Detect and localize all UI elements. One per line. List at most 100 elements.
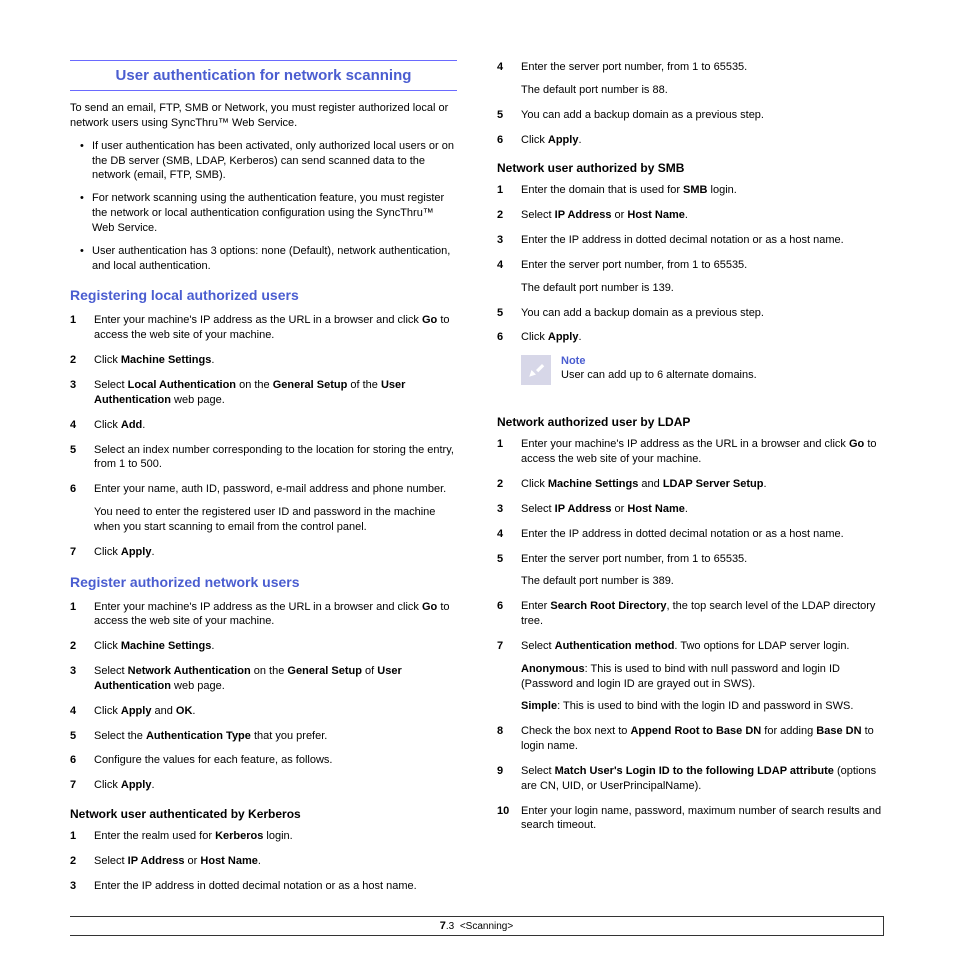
step-body: Click Apply. [521,133,884,148]
note-label: Note [561,355,757,367]
step-body: Configure the values for each feature, a… [94,753,457,768]
note-text: Note User can add up to 6 alternate doma… [561,355,757,381]
step-body: Enter your machine's IP address as the U… [94,313,457,343]
step-number: 5 [70,443,94,473]
step-number: 4 [497,258,521,296]
steps-local-users: 1Enter your machine's IP address as the … [70,313,457,559]
heading-network-users: Register authorized network users [70,574,457,590]
step-item: 5Select an index number corresponding to… [70,443,457,473]
step-number: 3 [497,502,521,517]
step-item: 5You can add a backup domain as a previo… [497,306,884,321]
step-body: Click Machine Settings and LDAP Server S… [521,477,884,492]
step-item: 4Click Apply and OK. [70,704,457,719]
step-item: 4Enter the IP address in dotted decimal … [497,527,884,542]
step-item: 6Configure the values for each feature, … [70,753,457,768]
step-body: Enter the IP address in dotted decimal n… [521,233,884,248]
step-number: 5 [497,108,521,123]
step-item: 7Select Authentication method. Two optio… [497,639,884,714]
step-body: You can add a backup domain as a previou… [521,306,884,321]
step-number: 2 [70,854,94,869]
heading-smb: Network user authorized by SMB [497,161,884,175]
step-body: Enter Search Root Directory, the top sea… [521,599,884,629]
note-box: Note User can add up to 6 alternate doma… [521,355,884,385]
steps-kerberos-right: 4Enter the server port number, from 1 to… [497,60,884,147]
step-body: Enter the server port number, from 1 to … [521,552,884,590]
step-item: 4Click Add. [70,418,457,433]
step-item: 8Check the box next to Append Root to Ba… [497,724,884,754]
step-number: 2 [70,353,94,368]
left-column: User authentication for network scanning… [70,60,457,904]
step-item: 2Click Machine Settings and LDAP Server … [497,477,884,492]
steps-smb: 1Enter the domain that is used for SMB l… [497,183,884,345]
step-item: 2Click Machine Settings. [70,639,457,654]
step-item: 6Click Apply. [497,133,884,148]
bullet-item: User authentication has 3 options: none … [82,244,457,274]
note-body: User can add up to 6 alternate domains. [561,369,757,381]
step-body: Click Add. [94,418,457,433]
step-number: 7 [70,778,94,793]
step-body: Enter your name, auth ID, password, e-ma… [94,482,457,535]
step-item: 1Enter the domain that is used for SMB l… [497,183,884,198]
step-number: 5 [70,729,94,744]
step-item: 1Enter your machine's IP address as the … [70,313,457,343]
note-icon [521,355,551,385]
step-body: Enter the server port number, from 1 to … [521,60,884,98]
step-body: Select IP Address or Host Name. [521,502,884,517]
main-title: User authentication for network scanning [70,67,457,84]
step-item: 2Select IP Address or Host Name. [497,208,884,223]
step-body: Select Authentication method. Two option… [521,639,884,714]
step-item: 2Select IP Address or Host Name. [70,854,457,869]
step-number: 3 [70,664,94,694]
step-number: 6 [70,753,94,768]
step-body: Select the Authentication Type that you … [94,729,457,744]
step-body: Enter your machine's IP address as the U… [521,437,884,467]
step-body: Enter your login name, password, maximum… [521,804,884,834]
step-body: Click Apply. [94,545,457,560]
step-item: 7Click Apply. [70,778,457,793]
heading-local-users: Registering local authorized users [70,287,457,303]
step-number: 1 [70,600,94,630]
step-number: 5 [497,552,521,590]
step-item: 4Enter the server port number, from 1 to… [497,60,884,98]
bullet-item: For network scanning using the authentic… [82,191,457,236]
step-number: 9 [497,764,521,794]
step-item: 1Enter your machine's IP address as the … [497,437,884,467]
step-number: 1 [70,829,94,844]
step-number: 4 [70,704,94,719]
step-number: 6 [497,133,521,148]
step-body: Enter the realm used for Kerberos login. [94,829,457,844]
step-number: 2 [497,477,521,492]
step-item: 6Click Apply. [497,330,884,345]
step-item: 2Click Machine Settings. [70,353,457,368]
step-body: Click Machine Settings. [94,353,457,368]
step-body: Click Apply. [521,330,884,345]
step-number: 2 [497,208,521,223]
step-item: 9Select Match User's Login ID to the fol… [497,764,884,794]
step-number: 1 [497,183,521,198]
step-item: 5You can add a backup domain as a previo… [497,108,884,123]
step-number: 4 [70,418,94,433]
step-body: Click Machine Settings. [94,639,457,654]
step-body: Check the box next to Append Root to Bas… [521,724,884,754]
page-footer: 7.3 <Scanning> [70,916,884,936]
step-number: 7 [70,545,94,560]
step-item: 1Enter your machine's IP address as the … [70,600,457,630]
step-body: Enter the domain that is used for SMB lo… [521,183,884,198]
steps-kerberos-left: 1Enter the realm used for Kerberos login… [70,829,457,894]
page-section: <Scanning> [460,921,513,932]
step-body: Select IP Address or Host Name. [521,208,884,223]
step-number: 6 [497,599,521,629]
step-number: 3 [70,378,94,408]
step-item: 5Select the Authentication Type that you… [70,729,457,744]
step-item: 4Enter the server port number, from 1 to… [497,258,884,296]
step-body: Click Apply and OK. [94,704,457,719]
step-number: 1 [70,313,94,343]
step-body: Select IP Address or Host Name. [94,854,457,869]
step-body: Enter the IP address in dotted decimal n… [94,879,457,894]
step-item: 7Click Apply. [70,545,457,560]
step-number: 2 [70,639,94,654]
step-item: 6Enter your name, auth ID, password, e-m… [70,482,457,535]
steps-network-users: 1Enter your machine's IP address as the … [70,600,457,794]
steps-ldap: 1Enter your machine's IP address as the … [497,437,884,833]
step-body: Click Apply. [94,778,457,793]
